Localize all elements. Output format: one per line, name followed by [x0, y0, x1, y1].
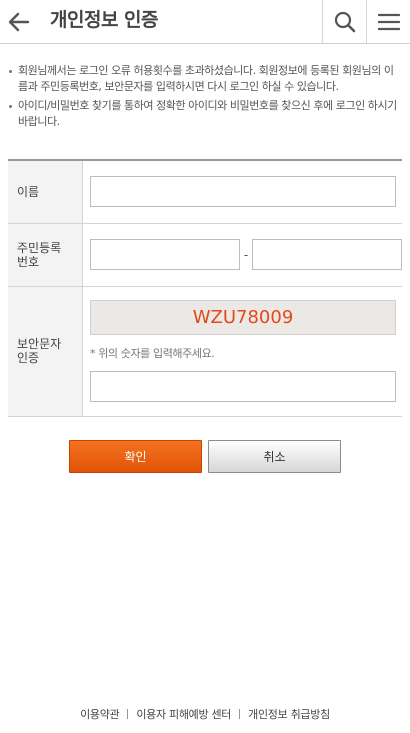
notice-item: 아이디/비밀번호 찾기를 통하여 정확한 아이디와 비밀번호를 찾으신 후에 로… [9, 98, 403, 130]
name-input[interactable] [90, 176, 396, 208]
captcha-hint: * 위의 숫자를 입력해주세요. [90, 347, 215, 360]
page-title: 개인정보 인증 [50, 9, 159, 31]
search-button[interactable] [322, 0, 366, 43]
footer-links: 이용약관 이용자 피해예방 센터 개인정보 취급방침 [0, 706, 410, 722]
captcha-input[interactable] [90, 371, 396, 402]
back-button[interactable] [0, 0, 38, 43]
footer-link-privacy-policy[interactable]: 개인정보 취급방침 [248, 708, 330, 721]
footer-link-terms[interactable]: 이용약관 [80, 708, 120, 721]
ssn-separator: - [243, 247, 249, 262]
hamburger-menu-icon [377, 13, 400, 30]
search-icon [334, 11, 355, 32]
ssn-row: 주민등록 번호 - [8, 223, 402, 287]
ssn-front-input[interactable] [90, 239, 240, 270]
cancel-button[interactable]: 취소 [208, 440, 341, 473]
footer-link-damage-prevention[interactable]: 이용자 피해예방 센터 [136, 708, 231, 721]
menu-button[interactable] [366, 0, 410, 43]
arrow-left-icon [8, 12, 30, 31]
ssn-back-input[interactable] [252, 239, 402, 270]
captcha-label: 보안문자 인증 [8, 286, 83, 417]
captcha-image: WZU78009 [90, 300, 396, 335]
ssn-label: 주민등록 번호 [8, 223, 83, 287]
verification-form: 이름 주민등록 번호 - 보안문자 인증 WZU78009 * 위의 숫자를 입… [8, 159, 402, 417]
footer-divider [127, 709, 129, 719]
top-header: 개인정보 인증 [0, 0, 410, 44]
name-row: 이름 [8, 160, 402, 224]
confirm-button[interactable]: 확인 [69, 440, 202, 473]
notice-item: 회원님께서는 로그인 오류 허용횟수를 초과하셨습니다. 회원정보에 등록된 회… [9, 63, 403, 95]
notice-list: 회원님께서는 로그인 오류 허용횟수를 초과하셨습니다. 회원정보에 등록된 회… [9, 63, 403, 133]
captcha-row: 보안문자 인증 WZU78009 * 위의 숫자를 입력해주세요. [8, 286, 402, 417]
footer-divider [239, 709, 241, 719]
name-label: 이름 [8, 160, 83, 224]
